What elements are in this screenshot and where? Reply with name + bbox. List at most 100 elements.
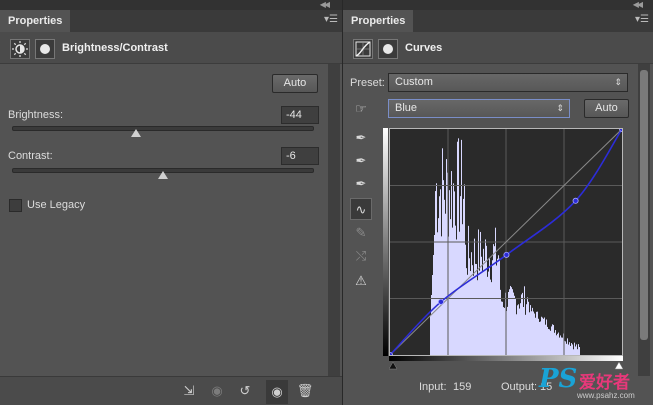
- histogram-bar: [557, 333, 558, 355]
- curves-graph[interactable]: [389, 128, 623, 356]
- histogram-bar: [449, 190, 450, 355]
- toggle-visibility-icon[interactable]: ◉: [266, 380, 288, 404]
- curves-properties-panel: ◀◀ Properties ▾☰ Curves Preset: Custom ⇕…: [343, 0, 653, 405]
- contrast-input[interactable]: -6: [281, 147, 319, 165]
- scrollbar[interactable]: [638, 64, 650, 376]
- histogram-bar: [567, 338, 568, 355]
- output-gradient-bar: [383, 128, 388, 356]
- brightness-input[interactable]: -44: [281, 106, 319, 124]
- histogram-bar: [531, 311, 532, 355]
- histogram-bar: [526, 304, 527, 355]
- collapse-panel-icon[interactable]: ◀◀: [320, 0, 330, 10]
- histogram-bar: [578, 344, 579, 355]
- histogram-bar: [518, 304, 519, 355]
- panel-menu-icon[interactable]: ▾☰: [324, 14, 338, 25]
- histogram-bar: [437, 232, 438, 355]
- contrast-label: Contrast:: [8, 150, 53, 162]
- histogram-bar: [556, 335, 557, 355]
- histogram-bar: [548, 329, 549, 355]
- histogram-bar: [570, 345, 571, 355]
- watermark-url: www.psahz.com: [577, 391, 635, 400]
- scrollbar[interactable]: [328, 64, 340, 376]
- use-legacy-checkbox[interactable]: [9, 199, 22, 212]
- histogram-bar: [565, 341, 566, 355]
- panel-top-strip: ◀◀: [343, 0, 653, 10]
- auto-button[interactable]: Auto: [584, 99, 629, 118]
- histogram-bar: [440, 189, 441, 355]
- histogram-bar: [545, 324, 546, 355]
- curve-control-point[interactable]: [572, 197, 579, 204]
- scrollbar-thumb[interactable]: [640, 70, 648, 340]
- histogram-bar: [538, 318, 539, 355]
- tab-properties[interactable]: Properties: [343, 10, 414, 32]
- histogram-bar: [491, 282, 492, 355]
- select-arrow-icon: ⇕: [614, 77, 622, 87]
- brightness-slider-track[interactable]: [12, 126, 314, 131]
- on-image-adjust-icon[interactable]: ☞: [350, 98, 372, 120]
- black-point-slider[interactable]: [389, 361, 398, 370]
- histogram-bar: [486, 245, 487, 355]
- histogram-bar: [432, 275, 433, 355]
- histogram-bar: [474, 238, 475, 355]
- histogram-bar: [480, 231, 481, 355]
- histogram-bar: [456, 239, 457, 355]
- histogram-bar: [503, 307, 504, 355]
- panel-menu-icon[interactable]: ▾☰: [635, 14, 649, 25]
- panel-title: Curves: [405, 42, 443, 54]
- histogram-bar: [476, 263, 477, 355]
- curves-svg[interactable]: [390, 129, 622, 355]
- brightness-slider-thumb[interactable]: [131, 129, 142, 137]
- tab-properties[interactable]: Properties: [0, 10, 71, 32]
- histogram-bar: [446, 159, 447, 355]
- black-point-eyedropper-icon[interactable]: ✒: [350, 127, 372, 149]
- histogram-bar: [527, 297, 528, 355]
- curve-control-point[interactable]: [437, 298, 444, 305]
- histogram-bar: [553, 324, 554, 355]
- smooth-icon[interactable]: ⤭: [350, 245, 372, 267]
- white-point-eyedropper-icon[interactable]: ✒: [350, 173, 372, 195]
- histogram-bar: [469, 258, 470, 355]
- view-previous-state-icon[interactable]: ◉: [208, 383, 226, 399]
- histogram-bar: [500, 289, 501, 355]
- histogram-bar: [487, 276, 488, 355]
- histogram-bar: [537, 311, 538, 355]
- histogram-bar: [554, 332, 555, 355]
- watermark-text: 爱好者: [579, 373, 630, 393]
- curve-control-point[interactable]: [503, 251, 510, 258]
- panel-header: Brightness/Contrast: [0, 32, 342, 64]
- histogram-bar: [493, 244, 494, 355]
- histogram-bar: [445, 213, 446, 355]
- gray-point-eyedropper-icon[interactable]: ✒: [350, 150, 372, 172]
- histogram-bar: [523, 306, 524, 355]
- histogram-bar: [541, 316, 542, 355]
- histogram-bar: [568, 344, 569, 355]
- clip-to-layer-icon[interactable]: ⇲: [180, 383, 198, 399]
- pencil-icon[interactable]: ✎: [350, 222, 372, 244]
- curve-points-icon[interactable]: ∿: [350, 198, 372, 220]
- histogram-bar: [544, 317, 545, 355]
- histogram-bar: [530, 305, 531, 355]
- brightness-contrast-icon: [10, 39, 30, 59]
- histogram-bar: [485, 239, 486, 355]
- histogram-bar: [516, 314, 517, 355]
- contrast-slider-thumb[interactable]: [158, 171, 168, 179]
- histogram-bar: [484, 260, 485, 355]
- delete-icon[interactable]: 🗑: [296, 383, 314, 399]
- clipping-warning-icon[interactable]: ⚠: [350, 270, 372, 292]
- input-label: Input:: [419, 381, 447, 393]
- auto-button[interactable]: Auto: [272, 74, 318, 93]
- preset-select[interactable]: Custom ⇕: [388, 73, 628, 92]
- reset-icon[interactable]: ↺: [236, 383, 254, 399]
- histogram-bar: [576, 344, 577, 355]
- histogram-bar: [468, 225, 469, 355]
- histogram-bar: [514, 295, 515, 355]
- channel-select[interactable]: Blue ⇕: [388, 99, 570, 118]
- histogram-bar: [569, 342, 570, 355]
- layer-mask-icon[interactable]: [35, 39, 55, 59]
- histogram-bar: [457, 141, 458, 355]
- histogram-bar: [552, 324, 553, 355]
- histogram-bar: [550, 330, 551, 355]
- collapse-panel-icon[interactable]: ◀◀: [633, 0, 643, 10]
- panel-footer: ⇲ ◉ ↺ ◉ 🗑: [0, 376, 342, 405]
- layer-mask-icon[interactable]: [378, 39, 398, 59]
